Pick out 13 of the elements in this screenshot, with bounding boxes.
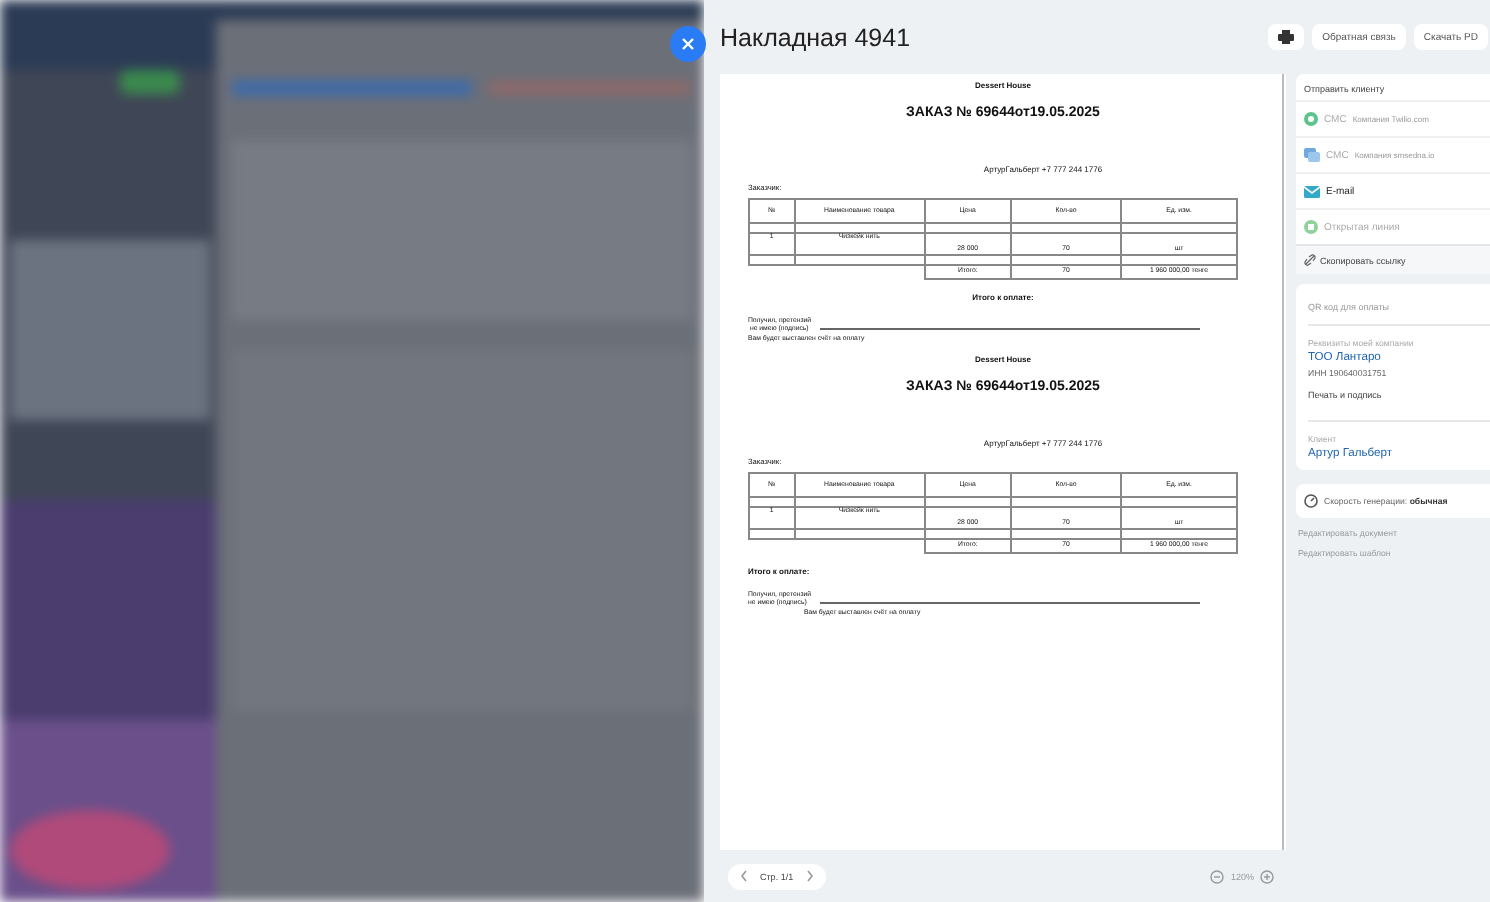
speedometer-icon	[1304, 494, 1318, 508]
message-icon	[1304, 148, 1320, 162]
print-button[interactable]	[1268, 24, 1305, 50]
zoom-out-icon[interactable]	[1210, 869, 1225, 883]
chat-icon	[1304, 220, 1318, 234]
previous-icon[interactable]	[740, 870, 748, 882]
next-icon[interactable]	[805, 870, 814, 882]
zoom-in-icon[interactable]	[1260, 869, 1274, 883]
envelope-icon	[1304, 185, 1320, 197]
close-icon	[682, 38, 694, 50]
window-title: Накладная 4941	[720, 23, 913, 51]
link-icon	[1304, 254, 1316, 266]
chat-icon	[1304, 112, 1318, 126]
